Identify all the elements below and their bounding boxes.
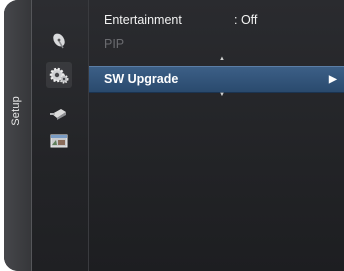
setup-menu-panel: Entertainment : Off PIP ▲ SW Upgrade ▶ ▼ [88, 0, 344, 271]
right-arrow-icon: ▶ [329, 74, 337, 85]
category-label: Setup [10, 96, 22, 126]
satellite-dish-icon[interactable] [46, 28, 72, 54]
menu-item-label: PIP [104, 37, 125, 51]
setup-category-tab[interactable]: Setup [4, 0, 32, 271]
category-icon-column [32, 0, 88, 271]
application-window-icon[interactable] [46, 128, 72, 154]
scroll-up-icon[interactable]: ▲ [219, 56, 225, 62]
menu-item-value: : Off [234, 13, 258, 27]
tv-menu-screen: Setup Entertainment: Off PIP ▲ SW Upgra… [4, 0, 344, 271]
menu-item-label: Entertainment [104, 13, 182, 27]
scroll-down-icon[interactable]: ▼ [219, 92, 225, 98]
gear-icon[interactable] [46, 62, 72, 88]
menu-item-sw-upgrade[interactable]: SW Upgrade ▶ [89, 66, 344, 93]
menu-item-pip: PIP [89, 33, 344, 55]
menu-item-entertainment[interactable]: Entertainment : Off [89, 9, 344, 31]
input-plug-icon[interactable] [46, 101, 72, 127]
menu-item-label: SW Upgrade [104, 72, 179, 86]
